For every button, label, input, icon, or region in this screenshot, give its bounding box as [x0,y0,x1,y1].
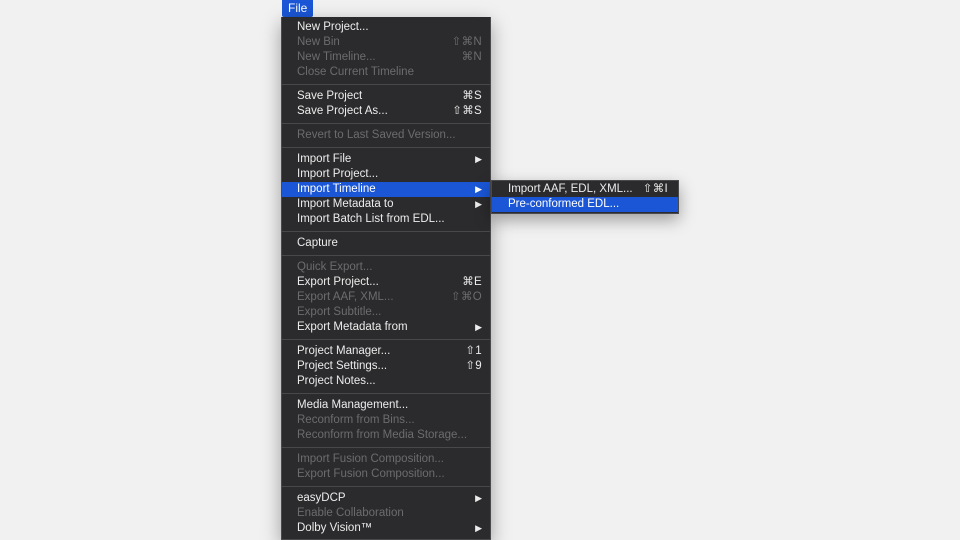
menu-item-quick-export: Quick Export... [282,260,490,275]
menu-item-label: Export Subtitle... [297,306,382,318]
menu-item-project-notes[interactable]: Project Notes... [282,374,490,389]
menu-item-shortcut: ⌘E [462,276,482,288]
menu-separator [282,339,490,340]
menu-item-media-management[interactable]: Media Management... [282,398,490,413]
menu-separator [282,84,490,85]
submenu-arrow-icon: ▶ [475,184,482,194]
menu-item-label: Pre-conformed EDL... [508,198,620,210]
menu-item-label: Export Project... [297,276,379,288]
menu-item-import-metadata-to[interactable]: Import Metadata to ▶ [282,197,490,212]
menu-item-label: Reconform from Bins... [297,414,415,426]
menu-item-shortcut: ⇧⌘I [642,183,668,195]
menu-item-pre-conformed-edl[interactable]: Pre-conformed EDL... [492,197,678,212]
menu-item-new-project[interactable]: New Project... [282,20,490,35]
menu-item-label: Import AAF, EDL, XML... [508,183,633,195]
menu-item-reconform-from-media-storage: Reconform from Media Storage... [282,428,490,443]
menu-item-shortcut: ⇧⌘S [452,105,482,117]
menu-item-label: Export AAF, XML... [297,291,394,303]
menu-item-easydcp[interactable]: easyDCP ▶ [282,491,490,506]
menu-separator [282,447,490,448]
menu-item-revert-to-last-saved-version: Revert to Last Saved Version... [282,128,490,143]
menu-item-label: Import File [297,153,352,165]
menu-item-shortcut: ⇧⌘N [451,36,482,48]
menu-item-label: Capture [297,237,338,249]
menu-item-label: Media Management... [297,399,409,411]
menu-item-export-metadata-from[interactable]: Export Metadata from ▶ [282,320,490,335]
menu-item-import-fusion-composition: Import Fusion Composition... [282,452,490,467]
menu-item-label: New Project... [297,21,369,33]
submenu-arrow-icon: ▶ [475,154,482,164]
menu-separator [282,231,490,232]
menu-item-label: Export Metadata from [297,321,408,333]
menu-item-export-subtitle: Export Subtitle... [282,305,490,320]
menu-item-dolby-vision[interactable]: Dolby Vision™ ▶ [282,521,490,536]
menu-item-label: Import Batch List from EDL... [297,213,445,225]
menu-item-import-file[interactable]: Import File ▶ [282,152,490,167]
menu-separator [282,255,490,256]
menu-item-new-bin: New Bin ⇧⌘N [282,35,490,50]
menu-item-label: Project Settings... [297,360,388,372]
menu-item-enable-collaboration: Enable Collaboration [282,506,490,521]
menu-separator [282,147,490,148]
menu-item-save-project-as[interactable]: Save Project As... ⇧⌘S [282,104,490,119]
menu-item-export-project[interactable]: Export Project... ⌘E [282,275,490,290]
menu-item-shortcut: ⌘N [461,51,482,63]
menu-item-label: Enable Collaboration [297,507,404,519]
menu-item-label: Save Project [297,90,363,102]
menu-item-label: Project Notes... [297,375,376,387]
menu-item-label: easyDCP [297,492,346,504]
menu-item-import-project[interactable]: Import Project... [282,167,490,182]
menu-item-label: Project Manager... [297,345,391,357]
menu-item-shortcut: ⇧1 [465,345,482,357]
menu-item-label: Import Fusion Composition... [297,453,445,465]
menu-item-reconform-from-bins: Reconform from Bins... [282,413,490,428]
menu-item-export-aaf-xml: Export AAF, XML... ⇧⌘O [282,290,490,305]
submenu-arrow-icon: ▶ [475,523,482,533]
import-timeline-submenu: Import AAF, EDL, XML... ⇧⌘I Pre-conformed … [491,180,679,214]
submenu-arrow-icon: ▶ [475,199,482,209]
menu-separator [282,393,490,394]
submenu-arrow-icon: ▶ [475,322,482,332]
menu-item-capture[interactable]: Capture [282,236,490,251]
menu-item-label: Close Current Timeline [297,66,414,78]
menu-item-label: Quick Export... [297,261,373,273]
file-menu-title[interactable]: File [282,0,314,17]
menu-item-project-settings[interactable]: Project Settings... ⇧9 [282,359,490,374]
file-menu: New Project... New Bin ⇧⌘N New Timeline... ⌘… [281,17,491,540]
menu-separator [282,123,490,124]
menu-item-save-project[interactable]: Save Project ⌘S [282,89,490,104]
menu-item-export-fusion-composition: Export Fusion Composition... [282,467,490,482]
menu-item-project-manager[interactable]: Project Manager... ⇧1 [282,344,490,359]
menu-item-shortcut: ⇧9 [465,360,482,372]
menu-item-label: Export Fusion Composition... [297,468,445,480]
menu-item-import-timeline[interactable]: Import Timeline ▶ [282,182,490,197]
menu-separator [282,486,490,487]
menu-item-shortcut: ⇧⌘O [451,291,482,303]
menu-item-shortcut: ⌘S [462,90,482,102]
menu-item-label: Import Timeline [297,183,376,195]
menu-item-close-current-timeline: Close Current Timeline [282,65,490,80]
menu-item-import-aaf-edl-xml[interactable]: Import AAF, EDL, XML... ⇧⌘I [492,182,678,197]
menu-item-label: New Bin [297,36,340,48]
menu-item-label: Dolby Vision™ [297,522,373,534]
submenu-arrow-icon: ▶ [475,493,482,503]
menu-item-label: Save Project As... [297,105,388,117]
menu-item-label: Import Metadata to [297,198,394,210]
menu-item-import-batch-list-from-edl[interactable]: Import Batch List from EDL... [282,212,490,227]
menu-item-label: Import Project... [297,168,379,180]
menu-item-label: New Timeline... [297,51,376,63]
menu-item-label: Reconform from Media Storage... [297,429,468,441]
menu-item-new-timeline: New Timeline... ⌘N [282,50,490,65]
menu-item-label: Revert to Last Saved Version... [297,129,456,141]
